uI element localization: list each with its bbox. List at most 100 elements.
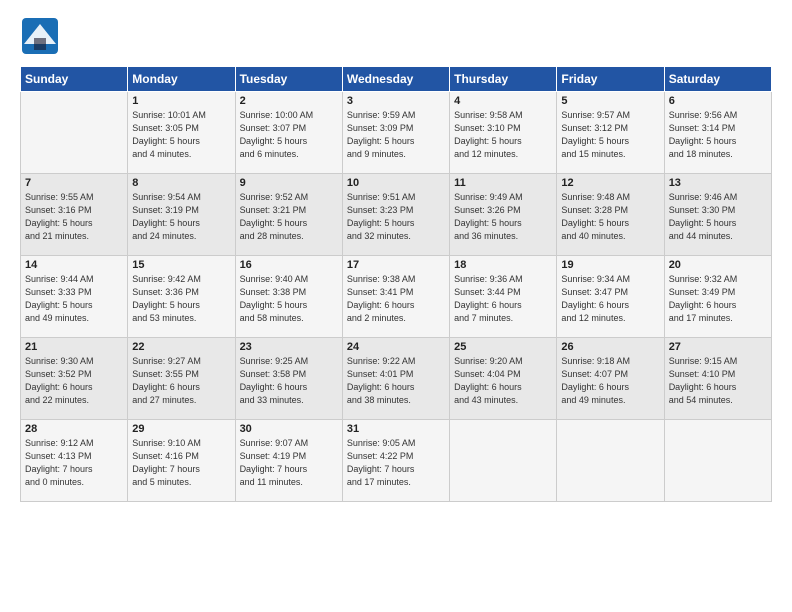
day-info: Sunrise: 9:12 AM Sunset: 4:13 PM Dayligh… [25, 437, 123, 489]
day-number: 30 [240, 423, 338, 435]
day-number: 8 [132, 177, 230, 189]
day-number: 21 [25, 341, 123, 353]
day-cell: 27 Sunrise: 9:15 AM Sunset: 4:10 PM Dayli… [664, 338, 771, 420]
day-number: 14 [25, 259, 123, 271]
day-info: Sunrise: 9:25 AM Sunset: 3:58 PM Dayligh… [240, 355, 338, 407]
day-cell: 2 Sunrise: 10:00 AM Sunset: 3:07 PM Dayli… [235, 92, 342, 174]
day-cell [557, 420, 664, 502]
col-header-monday: Monday [128, 67, 235, 92]
day-info: Sunrise: 9:51 AM Sunset: 3:23 PM Dayligh… [347, 191, 445, 243]
day-number: 18 [454, 259, 552, 271]
day-cell: 10 Sunrise: 9:51 AM Sunset: 3:23 PM Dayli… [342, 174, 449, 256]
day-info: Sunrise: 9:38 AM Sunset: 3:41 PM Dayligh… [347, 273, 445, 325]
day-info: Sunrise: 9:59 AM Sunset: 3:09 PM Dayligh… [347, 109, 445, 161]
day-number: 27 [669, 341, 767, 353]
day-number: 6 [669, 95, 767, 107]
day-cell: 12 Sunrise: 9:48 AM Sunset: 3:28 PM Dayli… [557, 174, 664, 256]
header [20, 16, 772, 56]
day-cell: 6 Sunrise: 9:56 AM Sunset: 3:14 PM Daylig… [664, 92, 771, 174]
day-number: 2 [240, 95, 338, 107]
day-cell: 17 Sunrise: 9:38 AM Sunset: 3:41 PM Dayli… [342, 256, 449, 338]
logo [20, 16, 66, 56]
week-row-5: 28 Sunrise: 9:12 AM Sunset: 4:13 PM Dayli… [21, 420, 772, 502]
day-number: 26 [561, 341, 659, 353]
day-cell: 23 Sunrise: 9:25 AM Sunset: 3:58 PM Dayli… [235, 338, 342, 420]
day-number: 10 [347, 177, 445, 189]
day-cell: 11 Sunrise: 9:49 AM Sunset: 3:26 PM Dayli… [450, 174, 557, 256]
day-cell: 22Sunrise: 9:27 AM Sunset: 3:55 PM Dayli… [128, 338, 235, 420]
day-cell: 30 Sunrise: 9:07 AM Sunset: 4:19 PM Dayli… [235, 420, 342, 502]
day-number: 12 [561, 177, 659, 189]
day-cell: 25Sunrise: 9:20 AM Sunset: 4:04 PM Dayli… [450, 338, 557, 420]
calendar-table: SundayMondayTuesdayWednesdayThursdayFrid… [20, 66, 772, 502]
day-info: Sunrise: 9:32 AM Sunset: 3:49 PM Dayligh… [669, 273, 767, 325]
day-number: 13 [669, 177, 767, 189]
day-cell [450, 420, 557, 502]
day-cell: 5 Sunrise: 9:57 AM Sunset: 3:12 PM Daylig… [557, 92, 664, 174]
day-info: Sunrise: 9:57 AM Sunset: 3:12 PM Dayligh… [561, 109, 659, 161]
day-info: Sunrise: 10:00 AM Sunset: 3:07 PM Daylig… [240, 109, 338, 161]
week-row-4: 21 Sunrise: 9:30 AM Sunset: 3:52 PM Dayli… [21, 338, 772, 420]
col-header-thursday: Thursday [450, 67, 557, 92]
day-number: 9 [240, 177, 338, 189]
day-cell: 18 Sunrise: 9:36 AM Sunset: 3:44 PM Dayli… [450, 256, 557, 338]
day-info: Sunrise: 9:54 AM Sunset: 3:19 PM Dayligh… [132, 191, 230, 243]
day-number: 15 [132, 259, 230, 271]
day-info: Sunrise: 9:07 AM Sunset: 4:19 PM Dayligh… [240, 437, 338, 489]
day-number: 31 [347, 423, 445, 435]
day-info: Sunrise: 9:05 AM Sunset: 4:22 PM Dayligh… [347, 437, 445, 489]
col-header-saturday: Saturday [664, 67, 771, 92]
day-info: Sunrise: 9:27 AM Sunset: 3:55 PM Dayligh… [132, 355, 230, 407]
day-info: Sunrise: 10:01 AM Sunset: 3:05 PM Daylig… [132, 109, 230, 161]
day-info: Sunrise: 9:55 AM Sunset: 3:16 PM Dayligh… [25, 191, 123, 243]
day-number: 24 [347, 341, 445, 353]
day-number: 17 [347, 259, 445, 271]
day-info: Sunrise: 9:30 AM Sunset: 3:52 PM Dayligh… [25, 355, 123, 407]
day-cell: 14 Sunrise: 9:44 AM Sunset: 3:33 PM Dayli… [21, 256, 128, 338]
col-header-sunday: Sunday [21, 67, 128, 92]
day-number: 4 [454, 95, 552, 107]
day-cell: 1 Sunrise: 10:01 AM Sunset: 3:05 PM Dayli… [128, 92, 235, 174]
day-info: Sunrise: 9:48 AM Sunset: 3:28 PM Dayligh… [561, 191, 659, 243]
header-row: SundayMondayTuesdayWednesdayThursdayFrid… [21, 67, 772, 92]
col-header-wednesday: Wednesday [342, 67, 449, 92]
week-row-1: 1 Sunrise: 10:01 AM Sunset: 3:05 PM Dayli… [21, 92, 772, 174]
day-number: 3 [347, 95, 445, 107]
day-info: Sunrise: 9:36 AM Sunset: 3:44 PM Dayligh… [454, 273, 552, 325]
day-number: 29 [132, 423, 230, 435]
day-info: Sunrise: 9:42 AM Sunset: 3:36 PM Dayligh… [132, 273, 230, 325]
day-cell: 29 Sunrise: 9:10 AM Sunset: 4:16 PM Dayli… [128, 420, 235, 502]
day-cell: 7Sunrise: 9:55 AM Sunset: 3:16 PM Daylig… [21, 174, 128, 256]
day-number: 16 [240, 259, 338, 271]
day-cell: 16 Sunrise: 9:40 AM Sunset: 3:38 PM Dayli… [235, 256, 342, 338]
day-info: Sunrise: 9:46 AM Sunset: 3:30 PM Dayligh… [669, 191, 767, 243]
day-cell: 20Sunrise: 9:32 AM Sunset: 3:49 PM Dayli… [664, 256, 771, 338]
day-info: Sunrise: 9:15 AM Sunset: 4:10 PM Dayligh… [669, 355, 767, 407]
day-info: Sunrise: 9:10 AM Sunset: 4:16 PM Dayligh… [132, 437, 230, 489]
day-cell: 13 Sunrise: 9:46 AM Sunset: 3:30 PM Dayli… [664, 174, 771, 256]
day-cell: 15 Sunrise: 9:42 AM Sunset: 3:36 PM Dayli… [128, 256, 235, 338]
day-number: 28 [25, 423, 123, 435]
day-cell [664, 420, 771, 502]
day-info: Sunrise: 9:56 AM Sunset: 3:14 PM Dayligh… [669, 109, 767, 161]
day-number: 5 [561, 95, 659, 107]
day-cell: 8 Sunrise: 9:54 AM Sunset: 3:19 PM Daylig… [128, 174, 235, 256]
day-number: 23 [240, 341, 338, 353]
day-cell: 4Sunrise: 9:58 AM Sunset: 3:10 PM Daylig… [450, 92, 557, 174]
day-number: 1 [132, 95, 230, 107]
day-info: Sunrise: 9:40 AM Sunset: 3:38 PM Dayligh… [240, 273, 338, 325]
day-info: Sunrise: 9:49 AM Sunset: 3:26 PM Dayligh… [454, 191, 552, 243]
day-cell: 26 Sunrise: 9:18 AM Sunset: 4:07 PM Dayli… [557, 338, 664, 420]
day-cell: 21 Sunrise: 9:30 AM Sunset: 3:52 PM Dayli… [21, 338, 128, 420]
week-row-3: 14 Sunrise: 9:44 AM Sunset: 3:33 PM Dayli… [21, 256, 772, 338]
day-number: 11 [454, 177, 552, 189]
day-cell: 9Sunrise: 9:52 AM Sunset: 3:21 PM Daylig… [235, 174, 342, 256]
day-number: 19 [561, 259, 659, 271]
day-info: Sunrise: 9:44 AM Sunset: 3:33 PM Dayligh… [25, 273, 123, 325]
day-cell: 31 Sunrise: 9:05 AM Sunset: 4:22 PM Dayli… [342, 420, 449, 502]
day-info: Sunrise: 9:18 AM Sunset: 4:07 PM Dayligh… [561, 355, 659, 407]
day-info: Sunrise: 9:34 AM Sunset: 3:47 PM Dayligh… [561, 273, 659, 325]
col-header-friday: Friday [557, 67, 664, 92]
calendar-page: SundayMondayTuesdayWednesdayThursdayFrid… [0, 0, 792, 612]
day-cell: 24Sunrise: 9:22 AM Sunset: 4:01 PM Dayli… [342, 338, 449, 420]
